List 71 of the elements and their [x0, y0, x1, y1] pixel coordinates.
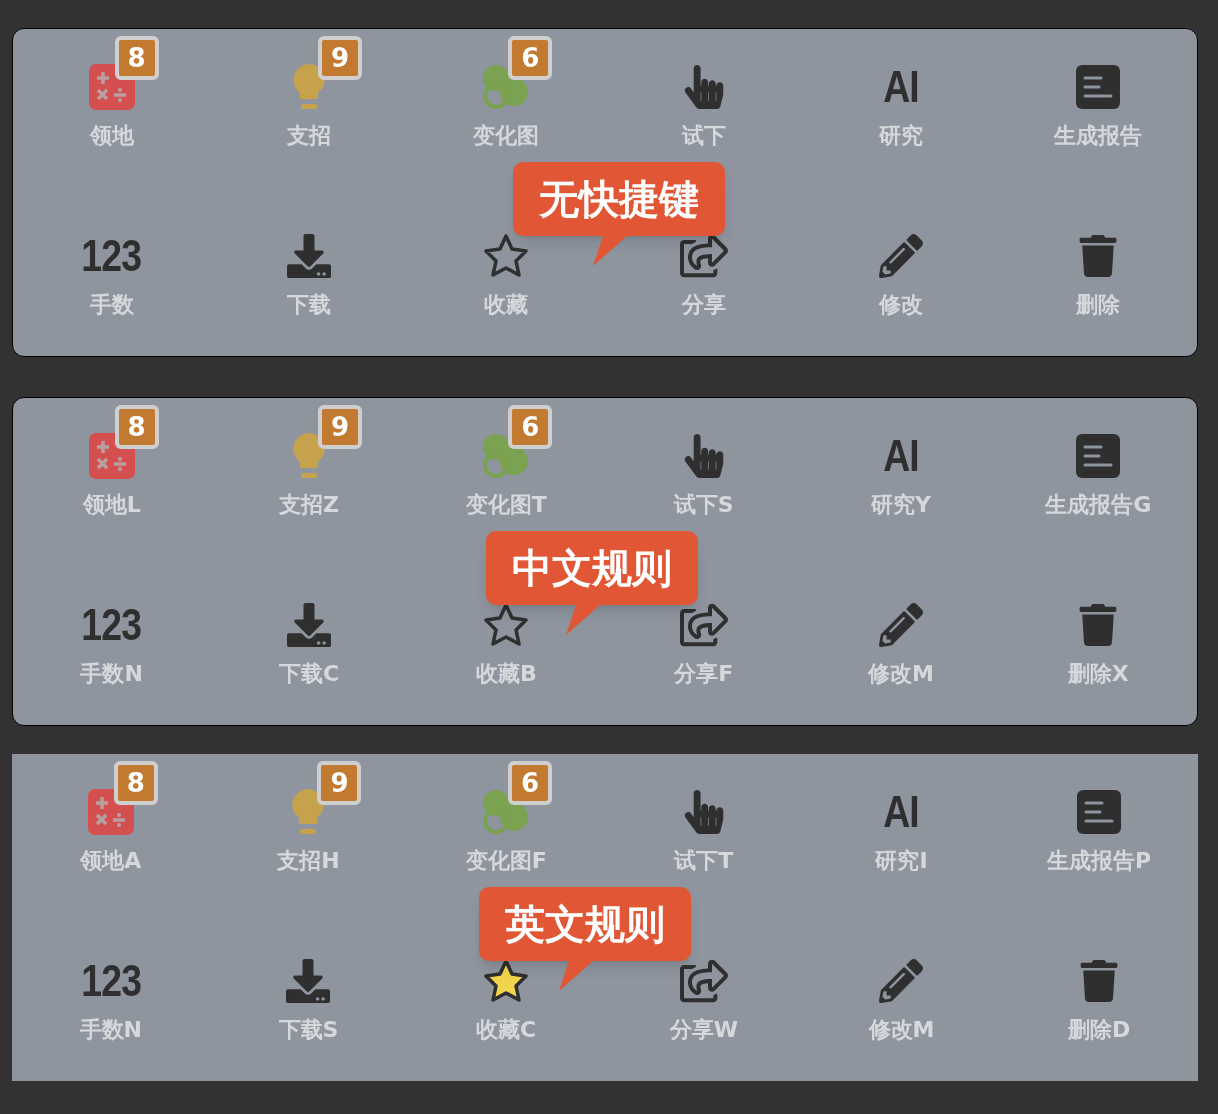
download-icon [286, 959, 331, 1003]
download-icon [287, 234, 331, 278]
callout-bubble: 英文规则 [479, 887, 691, 961]
action-label[interactable]: 分享F [674, 660, 734, 688]
count-badge: 9 [317, 761, 362, 805]
action-label[interactable]: 研究Y [871, 491, 931, 519]
action-label[interactable]: 领地A [80, 847, 142, 875]
action-label[interactable]: 收藏C [476, 1016, 537, 1044]
share-icon [679, 957, 728, 1005]
count-badge: 6 [508, 405, 553, 449]
document-icon [1076, 434, 1121, 478]
pencil-icon [879, 234, 923, 278]
lightbulb-icon [291, 789, 326, 835]
action-label[interactable]: 下载C [278, 660, 340, 688]
action-label[interactable]: 修改M [868, 1016, 935, 1044]
count-badge: 9 [318, 405, 362, 449]
action-label[interactable]: 下载 [287, 291, 331, 319]
pencil-icon [879, 959, 924, 1003]
lightbulb-icon [292, 64, 326, 110]
action-label[interactable]: 试下 [681, 122, 726, 150]
action-label[interactable]: 领地 [89, 122, 134, 150]
action-label[interactable]: 试下S [673, 491, 734, 519]
action-label[interactable]: 领地L [82, 491, 141, 519]
action-label[interactable]: 变化图F [465, 847, 547, 875]
action-label[interactable]: 研究I [875, 847, 928, 875]
pencil-icon [879, 603, 923, 647]
count-badge: 6 [508, 36, 553, 80]
action-label[interactable]: 研究 [879, 122, 923, 150]
action-label[interactable]: 删除 [1076, 291, 1121, 319]
icon-text: 123 [81, 233, 142, 279]
count-badge: 9 [318, 36, 362, 80]
count-badge: 6 [508, 761, 553, 805]
document-icon [1077, 790, 1122, 834]
action-label[interactable]: 修改 [879, 291, 923, 319]
action-label[interactable]: 手数N [80, 660, 143, 688]
action-label[interactable]: 支招H [277, 847, 340, 875]
action-label[interactable]: 生成报告 [1054, 122, 1143, 150]
action-label[interactable]: 生成报告P [1047, 847, 1152, 875]
action-label[interactable]: 收藏 [484, 291, 529, 319]
count-badge: 8 [113, 761, 158, 805]
callout-tail-icon [593, 236, 627, 266]
document-icon [1076, 65, 1121, 109]
action-label[interactable]: 分享W [669, 1016, 738, 1044]
action-label[interactable]: 删除X [1067, 660, 1129, 688]
action-label[interactable]: 修改M [868, 660, 934, 688]
action-label[interactable]: 下载S [278, 1016, 339, 1044]
action-label[interactable]: 分享 [681, 291, 726, 319]
action-label[interactable]: 变化图 [473, 122, 540, 150]
action-label[interactable]: 生成报告G [1045, 491, 1152, 519]
action-label[interactable]: 试下T [674, 847, 734, 875]
count-badge: 8 [114, 405, 159, 449]
action-label[interactable]: 支招Z [279, 491, 339, 519]
callout-tail-icon [566, 605, 600, 635]
action-label[interactable]: 删除D [1068, 1016, 1131, 1044]
icon-text: AI [883, 433, 919, 479]
callout-bubble: 中文规则 [486, 531, 698, 605]
count-badge: 8 [114, 36, 159, 80]
action-label[interactable]: 手数N [79, 1016, 143, 1044]
download-icon [287, 603, 331, 647]
action-label[interactable]: 支招 [287, 122, 331, 150]
icon-text: AI [883, 64, 919, 110]
icon-text: AI [883, 789, 920, 835]
icon-text: 123 [80, 958, 141, 1004]
callout-bubble: 无快捷键 [513, 162, 725, 236]
action-label[interactable]: 收藏B [475, 660, 537, 688]
share-icon [679, 601, 728, 649]
icon-text: 123 [81, 602, 142, 648]
action-label[interactable]: 手数 [89, 291, 134, 319]
lightbulb-icon [292, 433, 326, 479]
action-label[interactable]: 变化图T [465, 491, 547, 519]
callout-tail-icon [559, 961, 593, 991]
